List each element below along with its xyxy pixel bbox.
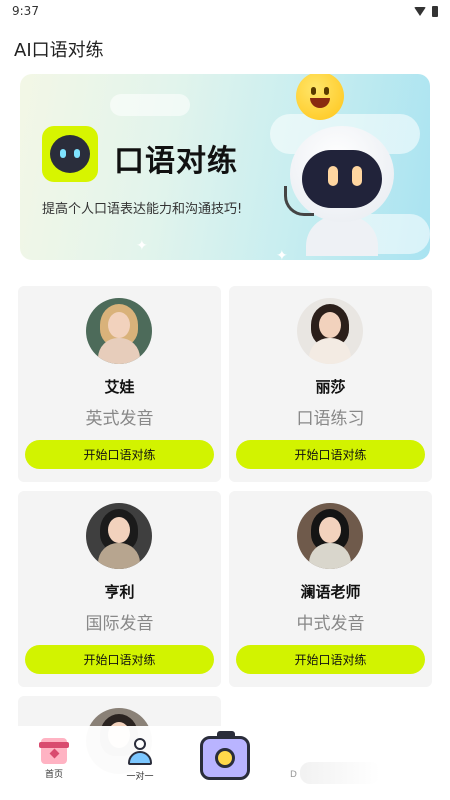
person-body	[128, 751, 152, 765]
banner-subtitle: 提高个人口语表达能力和沟通技巧!	[42, 202, 243, 217]
avatar-torso	[309, 338, 351, 364]
page-title: AI口语对练	[14, 40, 104, 61]
tutor-name: 亨利	[104, 583, 135, 601]
tab-label-partial: D	[290, 770, 297, 780]
tab-one-on-one[interactable]: 一对一	[110, 738, 170, 782]
start-practice-button[interactable]: 开始口语对练	[236, 440, 425, 469]
tutor-name: 艾娃	[104, 378, 135, 396]
avatar-torso	[309, 543, 351, 569]
avatar	[86, 298, 152, 364]
start-practice-button[interactable]: 开始口语对练	[25, 440, 214, 469]
avatar	[297, 298, 363, 364]
avatar-face	[108, 312, 130, 338]
robot-visor	[302, 150, 382, 208]
tutor-description: 中式发音	[296, 614, 365, 634]
app-logo-icon	[42, 126, 98, 182]
tutor-description: 口语练习	[296, 409, 365, 429]
start-practice-button[interactable]: 开始口语对练	[236, 645, 425, 674]
smiley-eye	[324, 87, 329, 95]
person-icon	[126, 738, 154, 766]
banner-title: 口语对练	[114, 144, 238, 179]
tutor-description: 国际发音	[85, 614, 154, 634]
bottom-tab-bar: 首页 一对一 D	[0, 726, 450, 800]
gift-home-icon	[39, 738, 69, 764]
tab-label: 首页	[44, 770, 63, 780]
robot-body	[306, 216, 378, 256]
robot-eye	[60, 149, 66, 158]
avatar-torso	[98, 338, 140, 364]
avatar	[86, 503, 152, 569]
headset-mic-icon	[284, 186, 314, 216]
camera-lens-icon	[215, 748, 235, 768]
smiley-emoji-icon	[296, 74, 344, 120]
tutor-name: 澜语老师	[300, 583, 361, 601]
battery-icon	[432, 5, 438, 17]
person-head	[134, 738, 146, 750]
status-bar: 9:37	[0, 0, 450, 22]
sparkle-icon: ✦	[276, 248, 288, 260]
smiley-eye	[311, 87, 316, 95]
camera-top	[217, 731, 235, 737]
camera-button[interactable]	[200, 731, 250, 780]
tab-label: 一对一	[126, 772, 154, 782]
avatar-face	[319, 517, 341, 543]
tutor-card[interactable]: 亨利 国际发音 开始口语对练	[18, 491, 221, 687]
robot-eye	[74, 149, 80, 158]
robot-mascot-illustration	[282, 116, 402, 256]
avatar-face	[108, 517, 130, 543]
avatar-face	[319, 312, 341, 338]
robot-eye	[328, 166, 338, 186]
robot-face	[50, 135, 90, 173]
status-icons	[414, 5, 438, 17]
tab-home[interactable]: 首页	[24, 738, 84, 780]
smiley-mouth	[310, 98, 330, 108]
tutor-description: 英式发音	[85, 409, 154, 429]
avatar-torso	[98, 543, 140, 569]
hero-banner[interactable]: ✦ ✦ 口语对练 提高个人口语表达能力和沟通技巧!	[20, 74, 430, 260]
robot-eye	[352, 166, 362, 186]
sparkle-icon: ✦	[136, 238, 148, 254]
wifi-icon	[414, 6, 426, 16]
tutor-card[interactable]: 艾娃 英式发音 开始口语对练	[18, 286, 221, 482]
cloud-decoration	[110, 94, 190, 116]
status-time: 9:37	[12, 4, 39, 18]
overlay-blur	[300, 762, 380, 784]
tutor-name: 丽莎	[315, 378, 346, 396]
tutor-card[interactable]: 丽莎 口语练习 开始口语对练	[229, 286, 432, 482]
start-practice-button[interactable]: 开始口语对练	[25, 645, 214, 674]
avatar	[297, 503, 363, 569]
tutor-card[interactable]: 澜语老师 中式发音 开始口语对练	[229, 491, 432, 687]
